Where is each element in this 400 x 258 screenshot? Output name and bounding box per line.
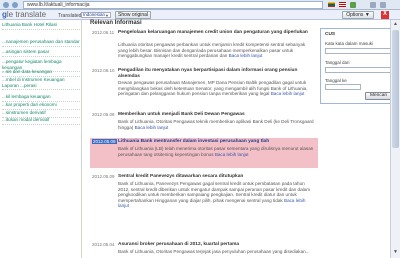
news-title[interactable]: Lithuania Bank mentransfer dalam investa… — [118, 139, 314, 145]
browser-address-bar: www.lb.lt/aktuali_informacija — [0, 0, 400, 10]
back-icon[interactable] — [3, 2, 9, 8]
page-title: Relevan Informasi — [90, 20, 142, 26]
news-summary: Lithuania otoritas pengawas perbankan un… — [118, 42, 306, 59]
sidebar-item[interactable]: ...sis dan data keuangan — [2, 69, 82, 76]
news-summary: Bank of Lithuania, Otoritas Pengawas ter… — [118, 249, 310, 254]
news-date: 2012.05.08 — [92, 112, 115, 117]
sidebar-item[interactable]: ...asingan sistem pasar — [2, 49, 82, 56]
news-summary: Dewan pengawas perusahaan Manajemen, MP … — [118, 80, 308, 97]
sidebar-item[interactable]: ...kil lembaga keuangan — [2, 94, 82, 101]
sidebar-item[interactable]: ...kar properti dari ekonomi — [2, 102, 82, 109]
date-to-label: Tanggal ke — [325, 78, 347, 83]
news-title[interactable]: Pengadilan itu menyatakan nyas berpartis… — [118, 68, 314, 79]
search-box: CUS Kata kata dalam masuki Tanggal dari … — [320, 28, 399, 104]
news-date: 2012.06.11 — [92, 30, 115, 35]
lithuania-flag-icon[interactable] — [328, 2, 335, 7]
news-list: Relevan Informasi 2012.06.11 Pengelolaan… — [84, 20, 318, 258]
date-from-input[interactable] — [325, 67, 395, 73]
read-more-link[interactable]: Baca lebih lanjut — [229, 53, 263, 58]
sidebar-item[interactable]: ...sinstrumen derivatif — [2, 110, 82, 117]
page-icon[interactable] — [370, 2, 376, 8]
news-title[interactable]: Memberikan untuk menjadi Bank Deli Dewan… — [118, 112, 314, 118]
url-field[interactable]: www.lb.lt/aktuali_informacija — [23, 1, 323, 9]
chevron-down-icon: ▼ — [105, 13, 109, 18]
news-date: 2012.05.09 — [92, 174, 115, 179]
news-title[interactable]: Sentral kredit Panevezys ditawarkan seca… — [118, 174, 314, 180]
tools-icon[interactable] — [380, 2, 386, 8]
keywords-input[interactable] — [325, 48, 395, 54]
news-date: 2012.05.09 — [92, 139, 117, 144]
sidebar-item[interactable]: ...nanajemen perusahaan dan standar — [2, 39, 82, 46]
security-icon[interactable] — [350, 2, 356, 8]
news-date: 2012.06.10 — [92, 68, 115, 73]
news-title[interactable]: Pengelolaan kelaruangan manajemen credit… — [118, 30, 314, 36]
close-icon[interactable]: X — [381, 11, 389, 19]
date-from-label: Tanggal dari — [325, 60, 350, 65]
options-button[interactable]: Options ▼ — [342, 11, 374, 19]
search-box-title: CUS — [325, 32, 336, 37]
read-more-link[interactable]: Baca lebih lanjut — [271, 91, 305, 96]
translate-bar: gle translate Translated to: Indonesian … — [0, 10, 400, 20]
google-translate-logo: gle translate — [2, 10, 47, 19]
sidebar-item[interactable]: Lithuania Bank Hotel Rilasi — [2, 22, 82, 29]
sidebar: Lithuania Bank Hotel Rilasi ...nanajemen… — [0, 20, 82, 258]
forward-icon[interactable] — [12, 2, 18, 8]
scrollbar[interactable]: ▲ ▼ — [390, 20, 400, 258]
news-summary: Bank of Lithuania, Panevezys Pengawas ga… — [118, 181, 311, 209]
news-title[interactable]: Asuransi broker perusahaan di 2012, kuar… — [118, 242, 314, 248]
read-more-link[interactable]: Baca lebih lanjut — [215, 152, 249, 157]
news-summary: Bank of Lithuania, Otoritas Pengawas tek… — [118, 119, 314, 130]
right-panel: CUS Kata kata dalam masuki Tanggal dari … — [318, 20, 400, 258]
keywords-label: Kata kata dalam masuki — [325, 41, 374, 46]
us-flag-icon[interactable] — [339, 2, 346, 7]
news-date: 2012.05.04 — [92, 242, 115, 247]
read-more-link[interactable]: Baca lebih lanjut — [135, 125, 169, 130]
scrollbar-thumb[interactable] — [392, 30, 399, 148]
show-original-button[interactable]: Show original — [115, 11, 151, 19]
scroll-down-icon[interactable]: ▼ — [392, 249, 399, 256]
date-to-input[interactable] — [325, 84, 361, 90]
scroll-up-icon[interactable]: ▲ — [392, 21, 399, 28]
news-summary: Bank of Lithuania (LB) telah menerima ot… — [118, 146, 314, 157]
language-select[interactable]: Indonesian ▼ — [81, 12, 111, 18]
sidebar-item[interactable]: ...mbel di Instrumen Keuangan Laporan ..… — [2, 77, 82, 90]
sidebar-item[interactable]: ...itusan modal derivatif — [2, 117, 82, 124]
search-button[interactable]: Mencari — [365, 92, 392, 100]
